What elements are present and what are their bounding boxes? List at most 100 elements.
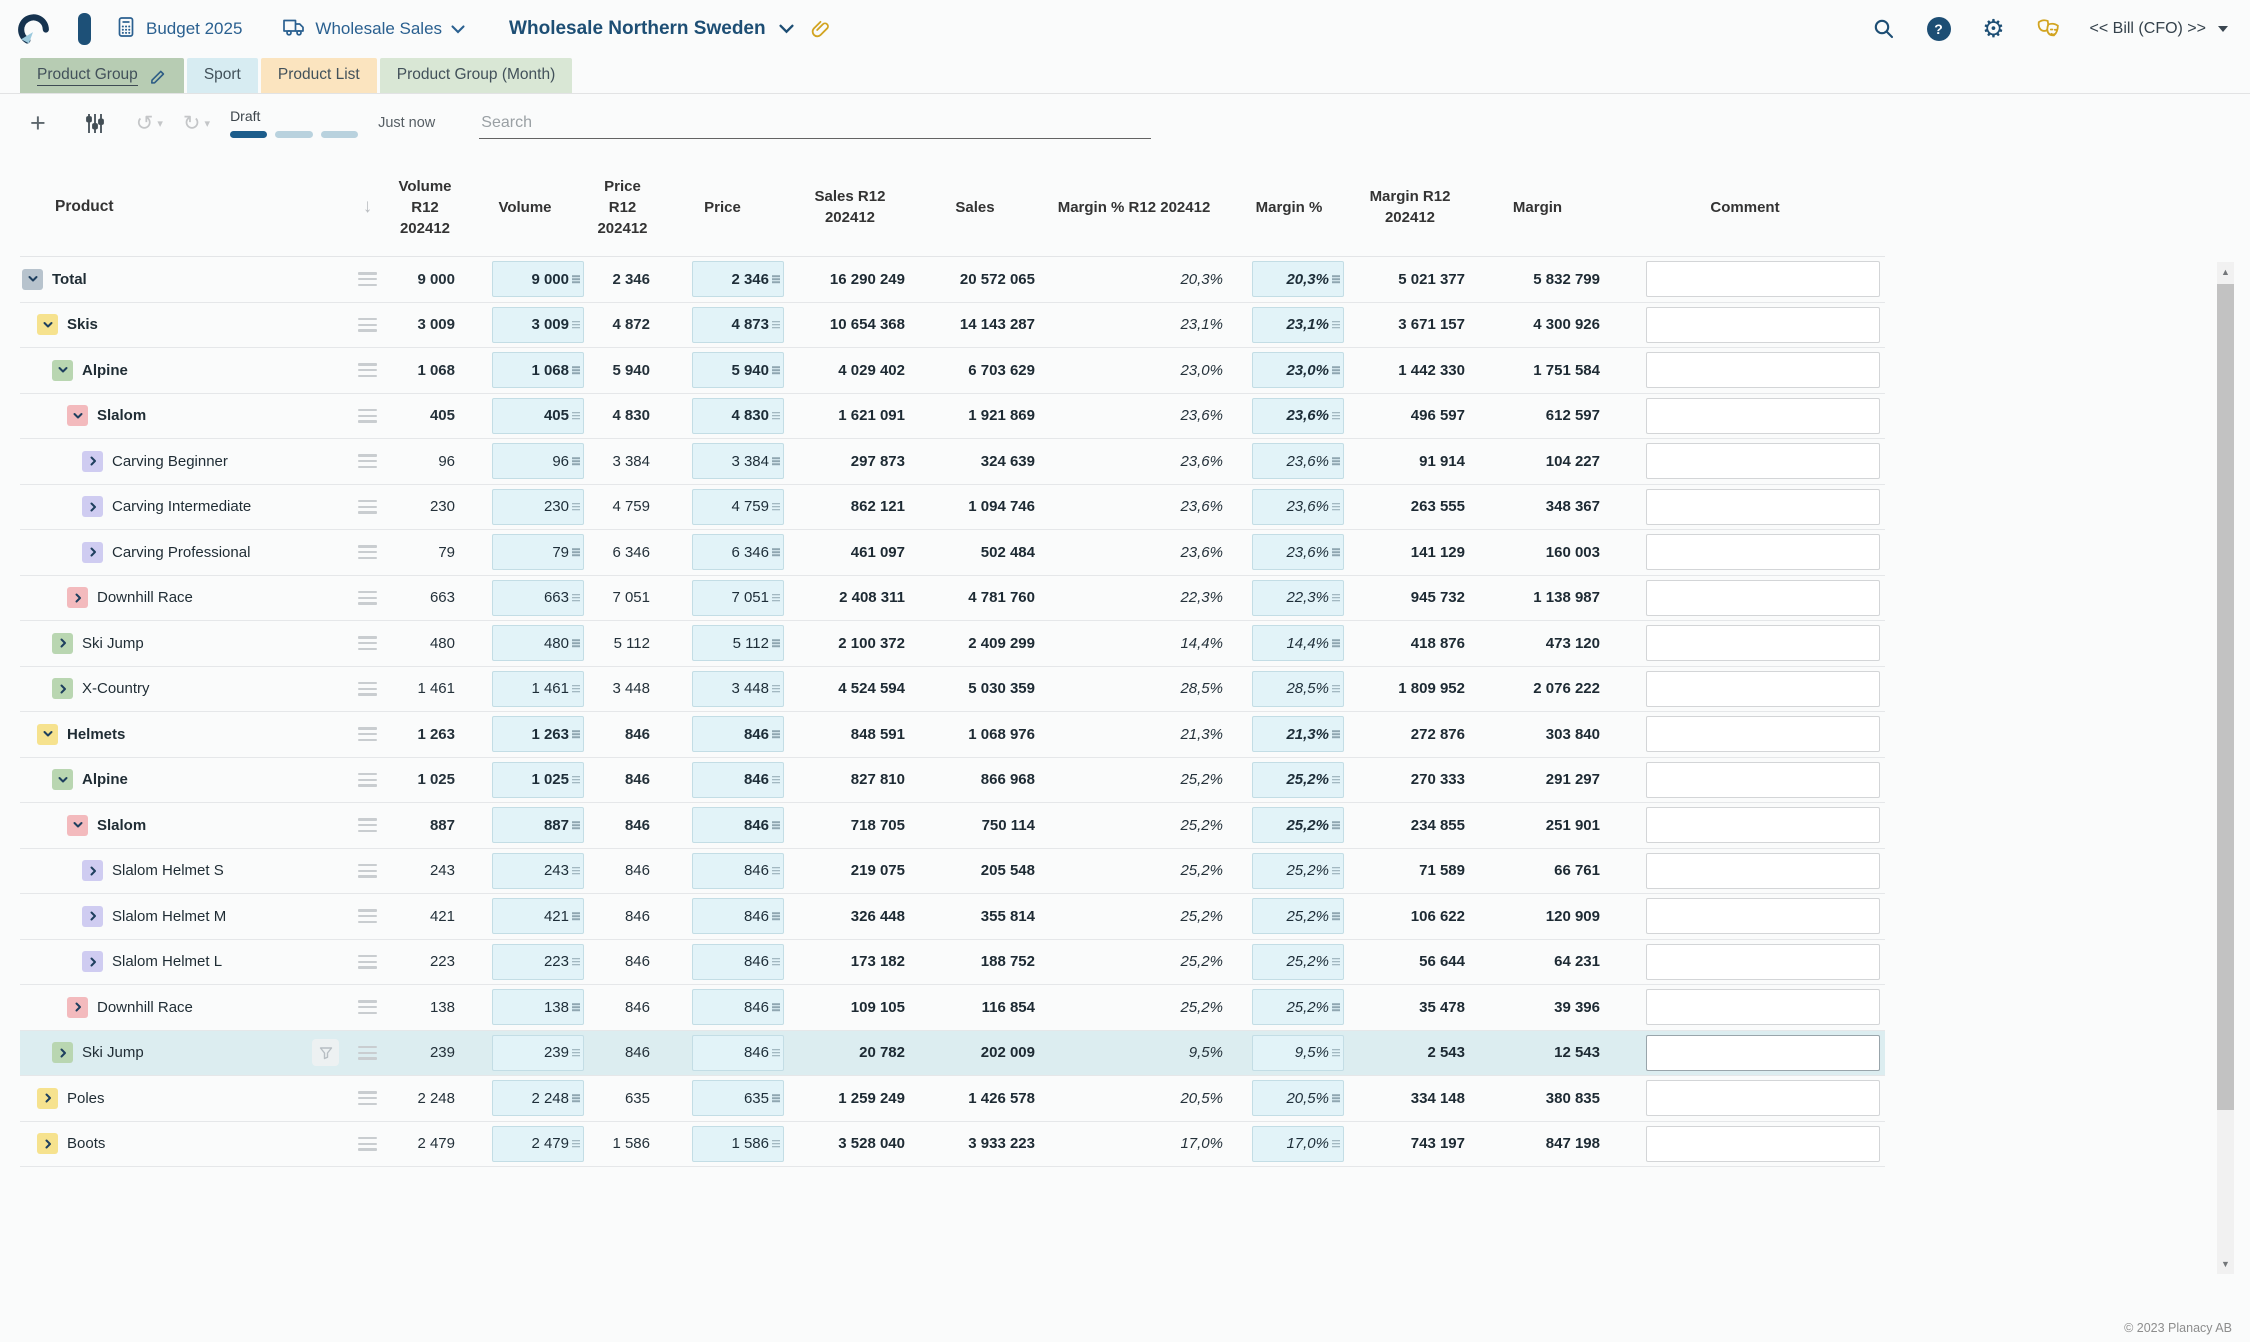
- price-input[interactable]: 846: [692, 989, 784, 1025]
- comment-input[interactable]: [1646, 534, 1880, 570]
- gear-icon[interactable]: ⚙: [1980, 15, 2008, 43]
- drag-handle-icon[interactable]: [358, 1137, 377, 1151]
- price-input[interactable]: 6 346: [692, 534, 784, 570]
- drag-handle-icon[interactable]: [358, 363, 377, 377]
- comment-input[interactable]: [1646, 398, 1880, 434]
- drag-handle-icon[interactable]: [358, 591, 377, 605]
- cell-menu-grip-icon[interactable]: [772, 594, 780, 602]
- volume-input[interactable]: 2 248: [492, 1080, 584, 1116]
- add-row-button[interactable]: +: [30, 110, 46, 137]
- comment-input[interactable]: [1646, 1080, 1880, 1116]
- drag-handle-icon[interactable]: [358, 454, 377, 468]
- column-header-volume-r12[interactable]: Volume R12 202412: [390, 176, 460, 239]
- cell-menu-grip-icon[interactable]: [1332, 503, 1340, 511]
- comment-input[interactable]: [1646, 307, 1880, 343]
- cell-menu-grip-icon[interactable]: [1332, 366, 1340, 374]
- cell-menu-grip-icon[interactable]: [772, 1094, 780, 1102]
- volume-input[interactable]: 243: [492, 853, 584, 889]
- cell-menu-grip-icon[interactable]: [772, 912, 780, 920]
- column-header-margin-pct-r12[interactable]: Margin % R12 202412: [1040, 197, 1228, 218]
- cell-menu-grip-icon[interactable]: [1332, 321, 1340, 329]
- filter-sliders-icon[interactable]: [84, 112, 106, 135]
- undo-button[interactable]: ↺ ▾: [136, 113, 163, 134]
- cell-menu-grip-icon[interactable]: [572, 1094, 580, 1102]
- cell-menu-grip-icon[interactable]: [572, 958, 580, 966]
- margin-pct-input[interactable]: 22,3%: [1252, 580, 1344, 616]
- cell-menu-grip-icon[interactable]: [1332, 1094, 1340, 1102]
- drag-handle-icon[interactable]: [358, 409, 377, 423]
- cell-menu-grip-icon[interactable]: [572, 1049, 580, 1057]
- drag-handle-icon[interactable]: [358, 773, 377, 787]
- volume-input[interactable]: 96: [492, 443, 584, 479]
- column-header-volume[interactable]: Volume: [460, 197, 590, 218]
- drag-handle-icon[interactable]: [358, 1091, 377, 1105]
- volume-input[interactable]: 2 479: [492, 1126, 584, 1162]
- cell-menu-grip-icon[interactable]: [772, 275, 780, 283]
- comment-input[interactable]: [1646, 853, 1880, 889]
- drag-handle-icon[interactable]: [358, 727, 377, 741]
- price-input[interactable]: 4 830: [692, 398, 784, 434]
- cell-menu-grip-icon[interactable]: [772, 412, 780, 420]
- drag-handle-icon[interactable]: [358, 909, 377, 923]
- price-input[interactable]: 846: [692, 898, 784, 934]
- expand-chevron-icon[interactable]: [67, 997, 88, 1018]
- margin-pct-input[interactable]: 25,2%: [1252, 944, 1344, 980]
- volume-input[interactable]: 1 461: [492, 671, 584, 707]
- cell-menu-grip-icon[interactable]: [772, 639, 780, 647]
- expand-chevron-icon[interactable]: [52, 1042, 73, 1063]
- expand-chevron-icon[interactable]: [82, 951, 103, 972]
- drag-handle-icon[interactable]: [358, 272, 377, 286]
- margin-pct-input[interactable]: 17,0%: [1252, 1126, 1344, 1162]
- search-icon[interactable]: [1870, 15, 1898, 43]
- price-input[interactable]: 846: [692, 944, 784, 980]
- price-input[interactable]: 1 586: [692, 1126, 784, 1162]
- column-header-margin-r12[interactable]: Margin R12 202412: [1350, 186, 1470, 228]
- theater-masks-icon[interactable]: [2035, 15, 2063, 43]
- margin-pct-input[interactable]: 14,4%: [1252, 625, 1344, 661]
- price-input[interactable]: 846: [692, 1035, 784, 1071]
- price-input[interactable]: 5 940: [692, 352, 784, 388]
- redo-button[interactable]: ↻ ▾: [183, 113, 210, 134]
- margin-pct-input[interactable]: 28,5%: [1252, 671, 1344, 707]
- scrollbar-thumb[interactable]: [2217, 284, 2234, 1110]
- expand-chevron-icon[interactable]: [52, 678, 73, 699]
- expand-chevron-icon[interactable]: [37, 1133, 58, 1154]
- column-header-sales-r12[interactable]: Sales R12 202412: [790, 186, 910, 228]
- margin-pct-input[interactable]: 25,2%: [1252, 853, 1344, 889]
- cell-menu-grip-icon[interactable]: [772, 867, 780, 875]
- price-input[interactable]: 7 051: [692, 580, 784, 616]
- cell-menu-grip-icon[interactable]: [572, 776, 580, 784]
- sort-descending-icon[interactable]: ↓: [345, 196, 390, 218]
- cell-menu-grip-icon[interactable]: [1332, 1049, 1340, 1057]
- expand-chevron-icon[interactable]: [67, 587, 88, 608]
- margin-pct-input[interactable]: 23,1%: [1252, 307, 1344, 343]
- cell-menu-grip-icon[interactable]: [772, 503, 780, 511]
- planacy-logo-icon[interactable]: [14, 10, 52, 48]
- expand-chevron-icon[interactable]: [52, 633, 73, 654]
- flow-selector[interactable]: Wholesale Sales: [282, 16, 465, 43]
- dataset-selector[interactable]: Wholesale Northern Sweden: [509, 18, 794, 40]
- cell-menu-grip-icon[interactable]: [572, 821, 580, 829]
- drag-handle-icon[interactable]: [358, 818, 377, 832]
- cell-menu-grip-icon[interactable]: [1332, 1003, 1340, 1011]
- comment-input[interactable]: [1646, 489, 1880, 525]
- scroll-down-icon[interactable]: ▼: [2217, 1254, 2234, 1274]
- collapse-chevron-icon[interactable]: [37, 724, 58, 745]
- cell-menu-grip-icon[interactable]: [1332, 821, 1340, 829]
- drag-handle-icon[interactable]: [358, 864, 377, 878]
- volume-input[interactable]: 3 009: [492, 307, 584, 343]
- collapse-chevron-icon[interactable]: [52, 769, 73, 790]
- price-input[interactable]: 846: [692, 716, 784, 752]
- tab-sport[interactable]: Sport: [187, 58, 258, 93]
- cell-menu-grip-icon[interactable]: [572, 457, 580, 465]
- column-header-margin-pct[interactable]: Margin %: [1228, 197, 1350, 218]
- volume-input[interactable]: 9 000: [492, 261, 584, 297]
- drag-handle-icon[interactable]: [358, 682, 377, 696]
- drag-handle-icon[interactable]: [358, 545, 377, 559]
- margin-pct-input[interactable]: 25,2%: [1252, 898, 1344, 934]
- search-input[interactable]: [479, 108, 1151, 139]
- price-input[interactable]: 635: [692, 1080, 784, 1116]
- cell-menu-grip-icon[interactable]: [572, 1003, 580, 1011]
- volume-input[interactable]: 663: [492, 580, 584, 616]
- margin-pct-input[interactable]: 21,3%: [1252, 716, 1344, 752]
